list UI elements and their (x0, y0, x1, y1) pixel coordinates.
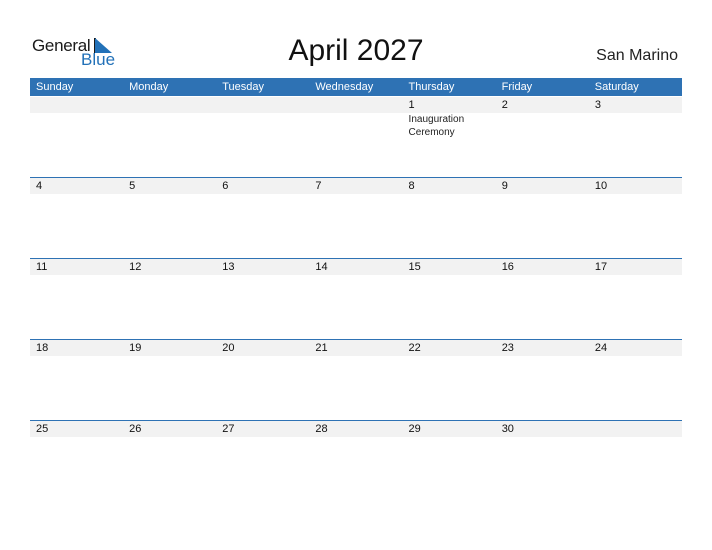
day-number: 8 (408, 180, 415, 192)
day-number: 20 (222, 342, 235, 354)
day-cell: 8 (403, 178, 496, 259)
week-row: 25 26 27 28 29 30 (30, 420, 682, 502)
day-cell: 21 (309, 340, 402, 421)
day-number: 14 (315, 261, 328, 273)
day-cell: 18 (30, 340, 123, 421)
week-row: 18 19 20 21 22 23 24 (30, 339, 682, 421)
day-cell: 15 (403, 259, 496, 340)
day-cell (30, 97, 123, 178)
day-number: 26 (129, 423, 142, 435)
day-number: 2 (501, 99, 508, 111)
day-number: 29 (408, 423, 421, 435)
day-cell: 29 (403, 421, 496, 502)
day-number: 1 (408, 99, 415, 111)
day-cell: 24 (589, 340, 682, 421)
weekday-wednesday: Wednesday (315, 81, 374, 93)
day-number: 27 (222, 423, 235, 435)
weekday-thursday: Thursday (408, 81, 455, 93)
day-cell: 26 (123, 421, 216, 502)
weekday-saturday: Saturday (594, 81, 639, 93)
day-cell: 9 (496, 178, 589, 259)
day-cell: 11 (30, 259, 123, 340)
day-number: 7 (315, 180, 322, 192)
day-cell: 22 (403, 340, 496, 421)
day-cell: 12 (123, 259, 216, 340)
day-cell: 3 (589, 97, 682, 178)
day-number: 11 (36, 261, 48, 273)
day-cell: 4 (30, 178, 123, 259)
weekday-tuesday: Tuesday (222, 81, 265, 93)
week-row: 11 12 13 14 15 16 17 (30, 258, 682, 340)
day-number: 5 (129, 180, 136, 192)
day-number: 19 (129, 342, 142, 354)
day-cell (123, 97, 216, 178)
day-cell: 2 (496, 97, 589, 178)
day-cell: 27 (216, 421, 309, 502)
day-cell: 10 (589, 178, 682, 259)
day-number: 22 (408, 342, 421, 354)
day-cell: 5 (123, 178, 216, 259)
week-row: 4 5 6 7 8 9 10 (30, 177, 682, 259)
day-number: 6 (222, 180, 229, 192)
day-cell: 1 Inauguration Ceremony (403, 97, 496, 178)
day-number: 13 (222, 261, 235, 273)
day-cell: 16 (496, 259, 589, 340)
day-cell (309, 97, 402, 178)
day-cell: 7 (309, 178, 402, 259)
weekday-sunday: Sunday (36, 81, 74, 93)
day-number: 10 (594, 180, 608, 192)
day-number: 18 (36, 342, 49, 354)
weekday-friday: Friday (501, 81, 533, 93)
day-cell: 14 (309, 259, 402, 340)
day-cell: 20 (216, 340, 309, 421)
day-number: 28 (315, 423, 328, 435)
day-number: 16 (501, 261, 514, 273)
day-number: 3 (594, 99, 601, 111)
day-number: 25 (36, 423, 49, 435)
day-number: 12 (129, 261, 142, 273)
day-number: 30 (501, 423, 514, 435)
week-row: 1 Inauguration Ceremony 2 3 (30, 97, 682, 178)
weekday-header: Sunday Monday Tuesday Wednesday Thursday… (30, 78, 682, 96)
holiday-event: Inauguration Ceremony (408, 114, 465, 138)
day-cell: 13 (216, 259, 309, 340)
day-number: 21 (315, 342, 328, 354)
day-cell (216, 97, 309, 178)
day-cell: 28 (309, 421, 402, 502)
day-cell: 23 (496, 340, 589, 421)
weekday-monday: Monday (129, 81, 169, 93)
day-cell: 17 (589, 259, 682, 340)
day-number: 15 (408, 261, 421, 273)
day-number: 9 (501, 180, 508, 192)
day-number: 23 (501, 342, 514, 354)
day-cell: 25 (30, 421, 123, 502)
day-cell: 19 (123, 340, 216, 421)
day-cell (589, 421, 682, 502)
day-number: 4 (36, 180, 43, 192)
day-cell: 6 (216, 178, 309, 259)
country-label: San Marino (596, 47, 678, 64)
day-cell: 30 (496, 421, 589, 502)
day-number: 17 (594, 261, 608, 273)
day-number: 24 (594, 342, 608, 354)
